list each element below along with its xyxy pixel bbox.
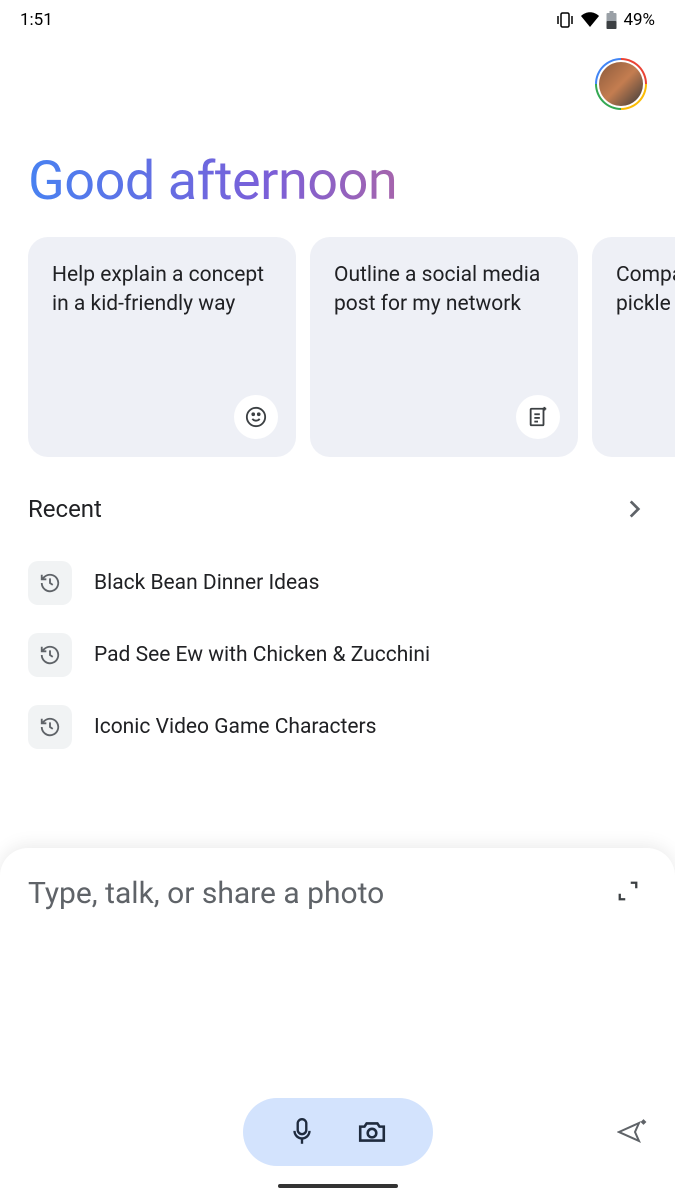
expand-button[interactable] xyxy=(609,876,647,906)
recent-item-label: Black Bean Dinner Ideas xyxy=(94,571,319,595)
suggestion-text: Outline a social media post for my netwo… xyxy=(334,261,554,320)
recent-item[interactable]: Black Bean Dinner Ideas xyxy=(28,547,647,619)
battery-text: 49% xyxy=(623,10,655,30)
wifi-icon xyxy=(580,12,600,28)
history-icon xyxy=(28,633,72,677)
battery-icon xyxy=(606,11,617,29)
history-icon xyxy=(28,561,72,605)
suggestion-text: Help explain a concept in a kid-friendly… xyxy=(52,261,272,320)
greeting-title: Good afternoon xyxy=(0,118,675,237)
status-bar: 1:51 49% xyxy=(0,0,675,40)
suggestion-text: Compare different pickle xyxy=(616,261,675,320)
vibrate-icon xyxy=(556,12,574,28)
recent-item-label: Iconic Video Game Characters xyxy=(94,715,376,739)
recent-title: Recent xyxy=(28,495,102,523)
voice-camera-pill xyxy=(243,1098,433,1166)
suggestion-card[interactable]: Compare different pickle xyxy=(592,237,675,457)
microphone-icon[interactable] xyxy=(289,1117,315,1147)
home-indicator[interactable] xyxy=(278,1184,398,1188)
recent-item[interactable]: Pad See Ew with Chicken & Zucchini xyxy=(28,619,647,691)
prompt-input[interactable]: Type, talk, or share a photo xyxy=(28,876,609,911)
recent-item[interactable]: Iconic Video Game Characters xyxy=(28,691,647,763)
recent-item-label: Pad See Ew with Chicken & Zucchini xyxy=(94,643,430,667)
account-avatar[interactable] xyxy=(595,58,647,110)
smile-icon xyxy=(234,395,278,439)
suggestion-card[interactable]: Outline a social media post for my netwo… xyxy=(310,237,578,457)
input-sheet: Type, talk, or share a photo xyxy=(0,848,675,1200)
status-right: 49% xyxy=(556,10,655,30)
status-time: 1:51 xyxy=(20,10,53,30)
camera-icon[interactable] xyxy=(357,1119,387,1145)
suggestion-cards[interactable]: Help explain a concept in a kid-friendly… xyxy=(0,237,675,457)
send-button[interactable] xyxy=(617,1119,647,1145)
recent-section: Recent Black Bean Dinner Ideas Pad See E… xyxy=(0,457,675,763)
document-add-icon xyxy=(516,395,560,439)
suggestion-card[interactable]: Help explain a concept in a kid-friendly… xyxy=(28,237,296,457)
recent-header[interactable]: Recent xyxy=(28,495,647,523)
chevron-right-icon[interactable] xyxy=(621,496,647,522)
action-row xyxy=(28,1098,647,1184)
history-icon xyxy=(28,705,72,749)
